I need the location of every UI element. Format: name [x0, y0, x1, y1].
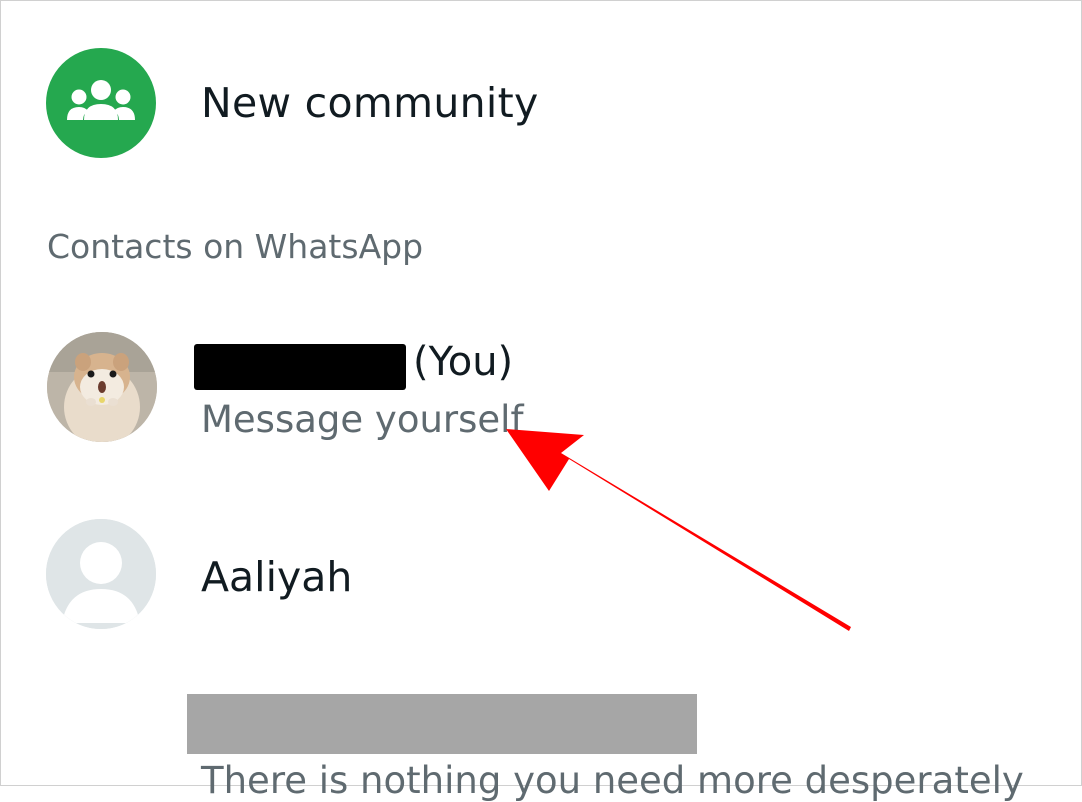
new-community-label[interactable]: New community	[201, 79, 539, 127]
contact-row-aaliyah[interactable]	[1, 506, 1082, 646]
contact-name-suffix: (You)	[413, 339, 514, 385]
community-avatar[interactable]	[46, 48, 156, 158]
community-icon	[67, 80, 135, 120]
default-avatar-icon	[46, 519, 156, 629]
contact-row-self[interactable]	[1, 321, 1082, 456]
avatar-self[interactable]	[47, 332, 157, 442]
hamster-photo	[47, 332, 157, 442]
contact-name: Aaliyah	[201, 553, 353, 601]
redacted-name	[194, 344, 406, 390]
avatar-aaliyah[interactable]	[46, 519, 156, 629]
contact-status: There is nothing you need more desperate…	[201, 759, 1024, 802]
new-community-row[interactable]	[1, 31, 1082, 181]
contact-subtitle: Message yourself	[201, 398, 524, 441]
contacts-section-label: Contacts on WhatsApp	[47, 227, 424, 266]
redacted-block	[187, 694, 697, 754]
